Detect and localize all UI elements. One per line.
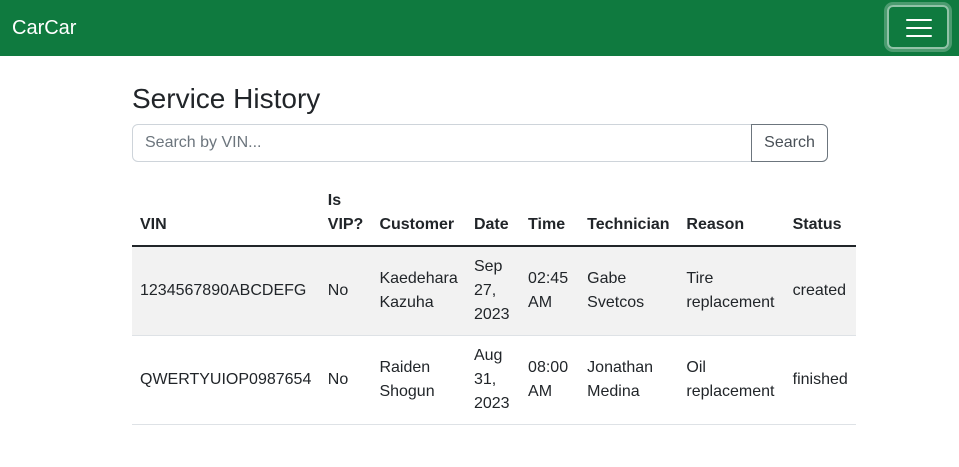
service-history-table: VIN Is VIP? Customer Date Time Technicia… <box>132 181 856 425</box>
cell-date: Aug 31, 2023 <box>465 335 521 425</box>
header-date: Date <box>465 181 521 247</box>
vin-search-input[interactable] <box>132 124 752 162</box>
navbar-toggler-button[interactable] <box>887 5 949 49</box>
cell-time: 02:45 AM <box>520 246 580 336</box>
cell-date: Sep 27, 2023 <box>465 246 521 336</box>
search-button[interactable]: Search <box>751 124 828 162</box>
header-customer: Customer <box>371 181 466 247</box>
cell-reason: Tire replacement <box>678 246 785 336</box>
cell-technician: Jonathan Medina <box>579 335 679 425</box>
cell-vip: No <box>319 246 372 336</box>
header-technician: Technician <box>579 181 679 247</box>
navbar: CarCar <box>0 0 959 56</box>
header-vip: Is VIP? <box>319 181 372 247</box>
table-row: QWERTYUIOP0987654 No Raiden Shogun Aug 3… <box>132 335 856 425</box>
header-reason: Reason <box>678 181 785 247</box>
cell-customer: Raiden Shogun <box>371 335 466 425</box>
cell-vin: 1234567890ABCDEFG <box>132 246 320 336</box>
cell-status: finished <box>784 335 856 425</box>
cell-status: created <box>784 246 856 336</box>
page-title: Service History <box>132 83 321 114</box>
cell-customer: Kaedehara Kazuha <box>371 246 466 336</box>
table-row: 1234567890ABCDEFG No Kaedehara Kazuha Se… <box>132 246 856 336</box>
cell-vin: QWERTYUIOP0987654 <box>132 335 320 425</box>
header-vin: VIN <box>132 181 320 247</box>
cell-reason: Oil replacement <box>678 335 785 425</box>
table-header-row: VIN Is VIP? Customer Date Time Technicia… <box>132 181 856 247</box>
brand-link[interactable]: CarCar <box>12 15 76 41</box>
header-status: Status <box>784 181 856 247</box>
cell-technician: Gabe Svetcos <box>579 246 679 336</box>
cell-time: 08:00 AM <box>520 335 580 425</box>
cell-vip: No <box>319 335 372 425</box>
header-time: Time <box>520 181 580 247</box>
